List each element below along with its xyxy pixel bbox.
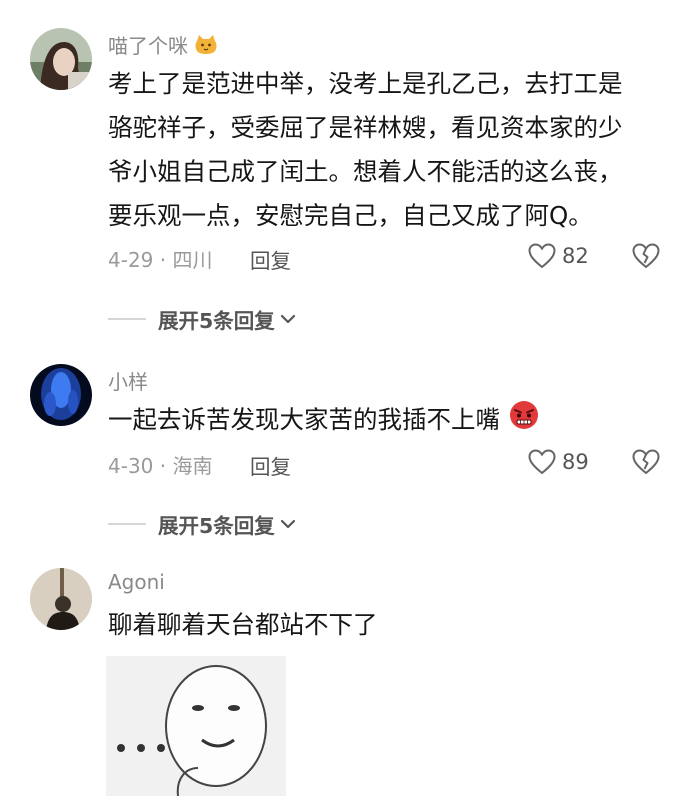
comment-meta: 4-29 · 四川 bbox=[108, 248, 213, 272]
expand-replies-button[interactable]: 展开5条回复 bbox=[108, 509, 299, 539]
username[interactable]: 小样 bbox=[108, 366, 148, 395]
comment-text-line: 爷小姐自己成了闰土。想着人不能活的这么丧， bbox=[108, 157, 623, 186]
username[interactable]: Agoni bbox=[108, 570, 165, 594]
avatar[interactable] bbox=[30, 364, 92, 426]
like-button[interactable]: 89 bbox=[528, 449, 589, 475]
comment-text: 一起去诉苦发现大家苦的我插不上嘴 bbox=[108, 398, 668, 444]
username-text: 喵了个咪 bbox=[108, 34, 188, 58]
comment-text: 聊着聊着天台都站不下了 bbox=[108, 603, 668, 647]
comment-text-line: 一起去诉苦发现大家苦的我插不上嘴 bbox=[108, 405, 500, 434]
reply-button[interactable]: 回复 bbox=[250, 450, 291, 480]
like-count: 82 bbox=[562, 244, 589, 268]
cat-face-icon bbox=[194, 34, 218, 61]
expand-replies-button[interactable]: 展开5条回复 bbox=[108, 304, 299, 334]
dislike-button[interactable] bbox=[632, 243, 660, 273]
comment-text-line: 要乐观一点，安慰完自己，自己又成了阿Q。 bbox=[108, 201, 593, 230]
broken-heart-icon bbox=[632, 449, 660, 475]
meme-face-sticker bbox=[106, 656, 286, 796]
chevron-down-icon bbox=[280, 519, 295, 529]
broken-heart-icon bbox=[632, 243, 660, 269]
heart-outline-icon bbox=[528, 243, 556, 269]
username[interactable]: 喵了个咪 bbox=[108, 30, 218, 61]
comment-text: 考上了是范进中举，没考上是孔乙己，去打工是 骆驼祥子，受委屈了是祥林嫂，看见资本… bbox=[108, 62, 668, 238]
angry-face-icon bbox=[508, 398, 540, 444]
avatar[interactable] bbox=[30, 568, 92, 630]
dislike-button[interactable] bbox=[632, 449, 660, 479]
comment-text-line: 骆驼祥子，受委屈了是祥林嫂，看见资本家的少 bbox=[108, 113, 623, 142]
comment-text-line: 考上了是范进中举，没考上是孔乙己，去打工是 bbox=[108, 69, 623, 98]
expand-replies-label: 展开5条回复 bbox=[158, 514, 275, 538]
divider-line bbox=[108, 523, 146, 525]
avatar[interactable] bbox=[30, 28, 92, 90]
comment-text-line: 聊着聊着天台都站不下了 bbox=[108, 610, 378, 639]
reply-button[interactable]: 回复 bbox=[250, 244, 291, 274]
heart-outline-icon bbox=[528, 449, 556, 475]
chevron-down-icon bbox=[280, 314, 295, 324]
divider-line bbox=[108, 318, 146, 320]
expand-replies-label: 展开5条回复 bbox=[158, 309, 275, 333]
like-button[interactable]: 82 bbox=[528, 243, 589, 269]
comment-meta: 4-30 · 海南 bbox=[108, 454, 213, 478]
sticker-image[interactable] bbox=[106, 656, 286, 796]
like-count: 89 bbox=[562, 450, 589, 474]
